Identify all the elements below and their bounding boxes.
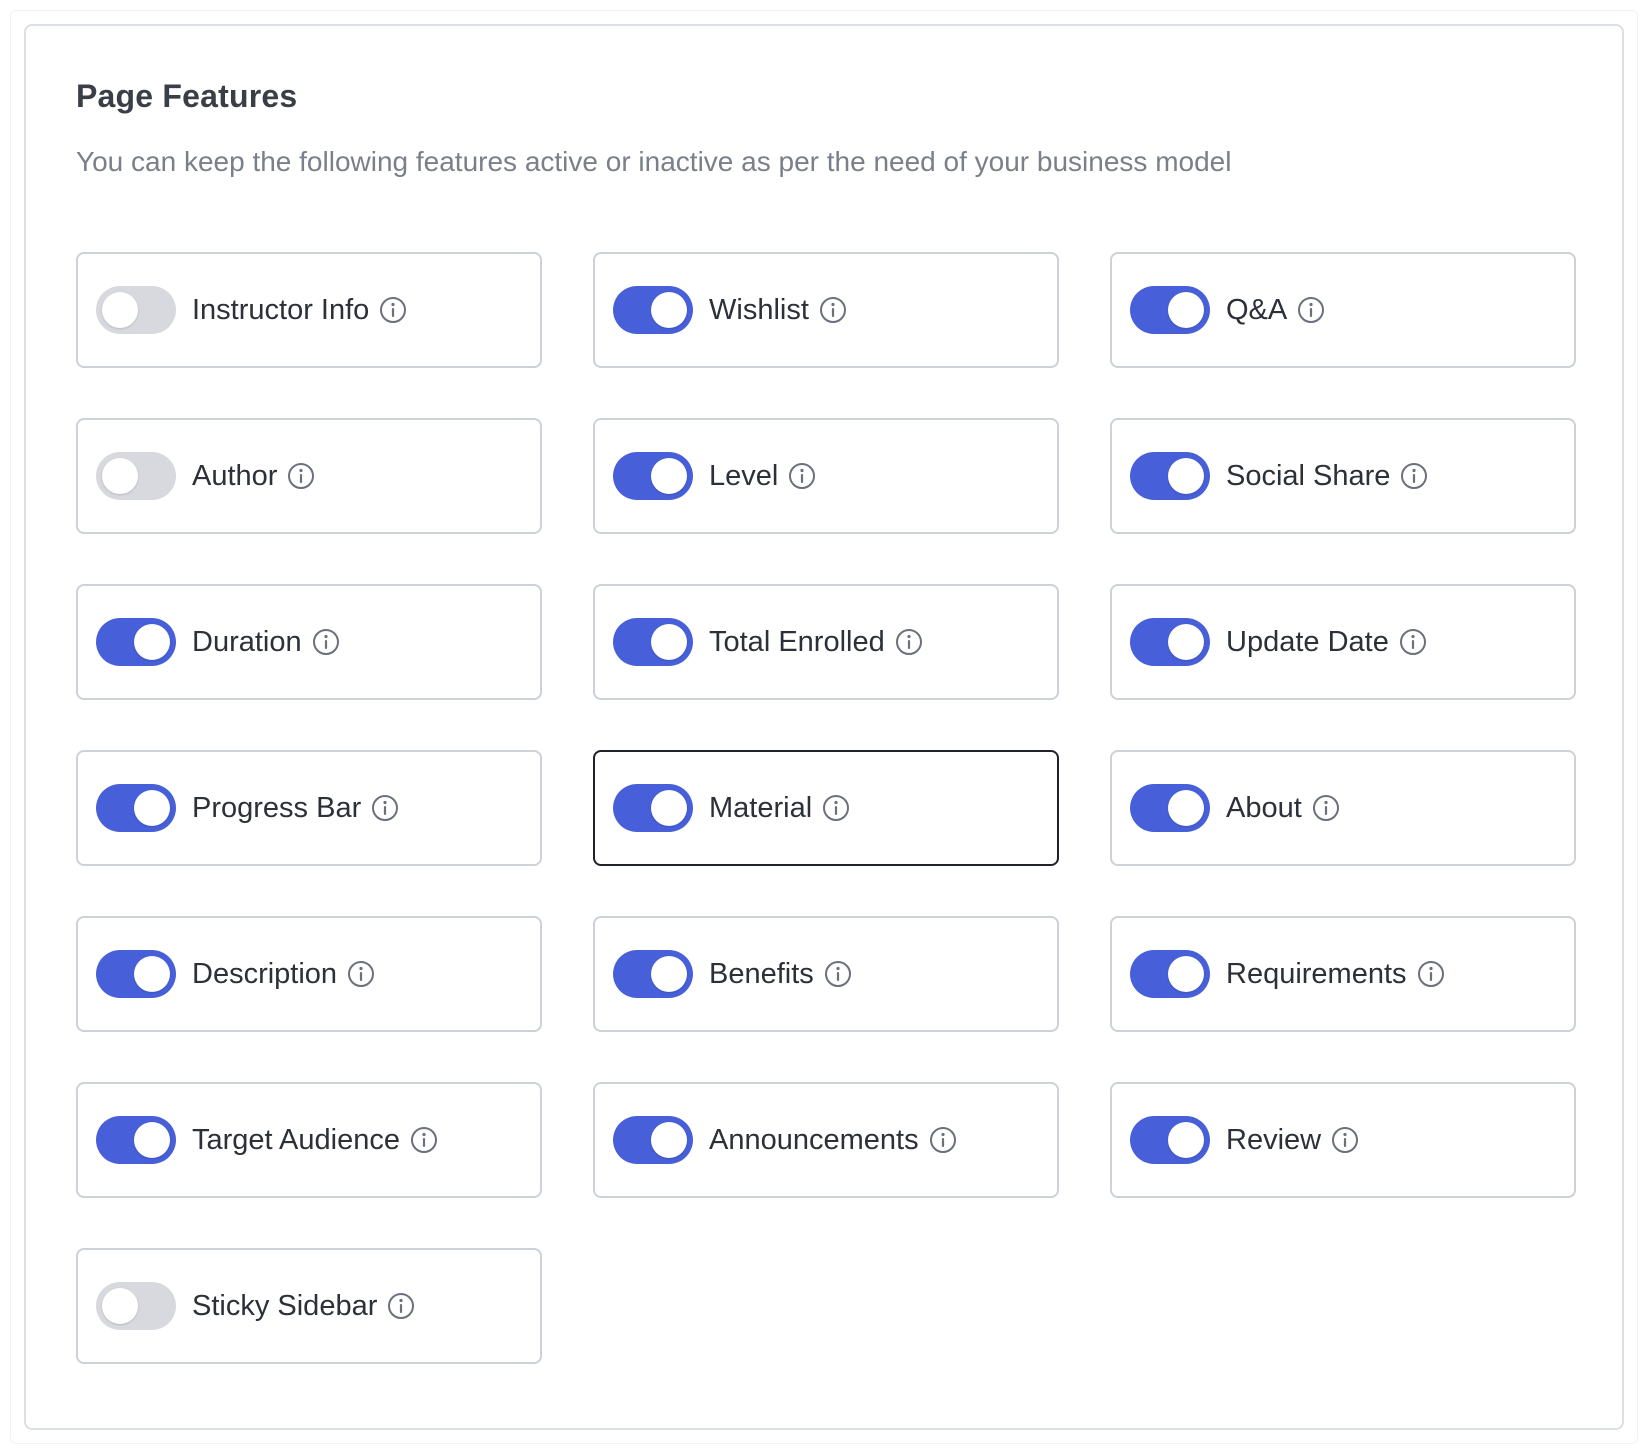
feature-label: Requirements (1226, 957, 1407, 990)
toggle-knob (1168, 292, 1204, 328)
feature-label: Total Enrolled (709, 625, 885, 658)
feature-label: Description (192, 957, 338, 990)
toggle-knob (1168, 790, 1204, 826)
toggle-switch[interactable] (613, 452, 693, 500)
feature-grid: Instructor Info Wishlist Q&A Author Level Soc… (76, 252, 1576, 1364)
feature-item-progress-bar[interactable]: Progress Bar (76, 750, 542, 866)
feature-item-author[interactable]: Author (76, 418, 542, 534)
info-icon[interactable] (822, 794, 850, 822)
toggle-knob (102, 1288, 138, 1324)
info-icon[interactable] (1400, 462, 1428, 490)
toggle-knob (651, 790, 687, 826)
info-icon[interactable] (819, 296, 847, 324)
toggle-knob (651, 458, 687, 494)
toggle-switch[interactable] (613, 1116, 693, 1164)
toggle-switch[interactable] (1130, 1116, 1210, 1164)
toggle-knob (1168, 1122, 1204, 1158)
feature-item-total-enrolled[interactable]: Total Enrolled (593, 584, 1059, 700)
page-subtitle: You can keep the following features acti… (76, 146, 1232, 177)
toggle-switch[interactable] (1130, 618, 1210, 666)
feature-label: Social Share (1226, 459, 1391, 492)
toggle-knob (1168, 956, 1204, 992)
toggle-knob (102, 292, 138, 328)
page-title: Page Features (76, 78, 298, 114)
feature-label: Wishlist (709, 293, 809, 326)
toggle-switch[interactable] (1130, 950, 1210, 998)
feature-item-instructor-info[interactable]: Instructor Info (76, 252, 542, 368)
info-icon[interactable] (1297, 296, 1325, 324)
info-icon[interactable] (1331, 1126, 1359, 1154)
feature-item-social-share[interactable]: Social Share (1110, 418, 1576, 534)
feature-label: Review (1226, 1123, 1322, 1156)
feature-label: Instructor Info (192, 293, 370, 326)
page-features-card: Page Features You can keep the following… (24, 24, 1624, 1430)
toggle-knob (651, 956, 687, 992)
feature-label: Benefits (709, 957, 814, 990)
feature-item-target-audience[interactable]: Target Audience (76, 1082, 542, 1198)
info-icon[interactable] (347, 960, 375, 988)
toggle-knob (134, 624, 170, 660)
feature-label: Duration (192, 625, 302, 658)
feature-label: Q&A (1226, 293, 1288, 326)
feature-item-about[interactable]: About (1110, 750, 1576, 866)
feature-item-qanda[interactable]: Q&A (1110, 252, 1576, 368)
toggle-switch[interactable] (96, 1282, 176, 1330)
toggle-knob (134, 956, 170, 992)
feature-item-announcements[interactable]: Announcements (593, 1082, 1059, 1198)
toggle-switch[interactable] (1130, 286, 1210, 334)
feature-label: Material (709, 791, 813, 824)
feature-item-benefits[interactable]: Benefits (593, 916, 1059, 1032)
feature-item-sticky-sidebar[interactable]: Sticky Sidebar (76, 1248, 542, 1364)
toggle-knob (1168, 624, 1204, 660)
info-icon[interactable] (312, 628, 340, 656)
toggle-knob (102, 458, 138, 494)
toggle-switch[interactable] (96, 618, 176, 666)
info-icon[interactable] (410, 1126, 438, 1154)
feature-label: About (1226, 791, 1302, 824)
info-icon[interactable] (895, 628, 923, 656)
toggle-knob (651, 624, 687, 660)
toggle-switch[interactable] (96, 950, 176, 998)
info-icon[interactable] (371, 794, 399, 822)
info-icon[interactable] (929, 1126, 957, 1154)
toggle-switch[interactable] (613, 784, 693, 832)
info-icon[interactable] (379, 296, 407, 324)
feature-item-material[interactable]: Material (593, 750, 1059, 866)
info-icon[interactable] (1312, 794, 1340, 822)
feature-label: Update Date (1226, 625, 1389, 658)
toggle-switch[interactable] (96, 286, 176, 334)
toggle-knob (651, 292, 687, 328)
info-icon[interactable] (1399, 628, 1427, 656)
toggle-switch[interactable] (613, 286, 693, 334)
toggle-switch[interactable] (96, 1116, 176, 1164)
info-icon[interactable] (788, 462, 816, 490)
feature-item-update-date[interactable]: Update Date (1110, 584, 1576, 700)
feature-item-review[interactable]: Review (1110, 1082, 1576, 1198)
toggle-knob (651, 1122, 687, 1158)
feature-label: Progress Bar (192, 791, 362, 824)
toggle-knob (134, 1122, 170, 1158)
feature-label: Announcements (709, 1123, 919, 1156)
toggle-switch[interactable] (96, 452, 176, 500)
info-icon[interactable] (1417, 960, 1445, 988)
feature-label: Sticky Sidebar (192, 1289, 378, 1322)
toggle-knob (134, 790, 170, 826)
toggle-switch[interactable] (96, 784, 176, 832)
feature-item-level[interactable]: Level (593, 418, 1059, 534)
toggle-switch[interactable] (1130, 784, 1210, 832)
feature-label: Target Audience (192, 1123, 400, 1156)
feature-label: Author (192, 459, 278, 492)
feature-item-requirements[interactable]: Requirements (1110, 916, 1576, 1032)
feature-label: Level (709, 459, 779, 492)
info-icon[interactable] (387, 1292, 415, 1320)
feature-item-duration[interactable]: Duration (76, 584, 542, 700)
toggle-switch[interactable] (1130, 452, 1210, 500)
toggle-switch[interactable] (613, 950, 693, 998)
feature-item-description[interactable]: Description (76, 916, 542, 1032)
toggle-switch[interactable] (613, 618, 693, 666)
feature-item-wishlist[interactable]: Wishlist (593, 252, 1059, 368)
toggle-knob (1168, 458, 1204, 494)
info-icon[interactable] (287, 462, 315, 490)
info-icon[interactable] (824, 960, 852, 988)
